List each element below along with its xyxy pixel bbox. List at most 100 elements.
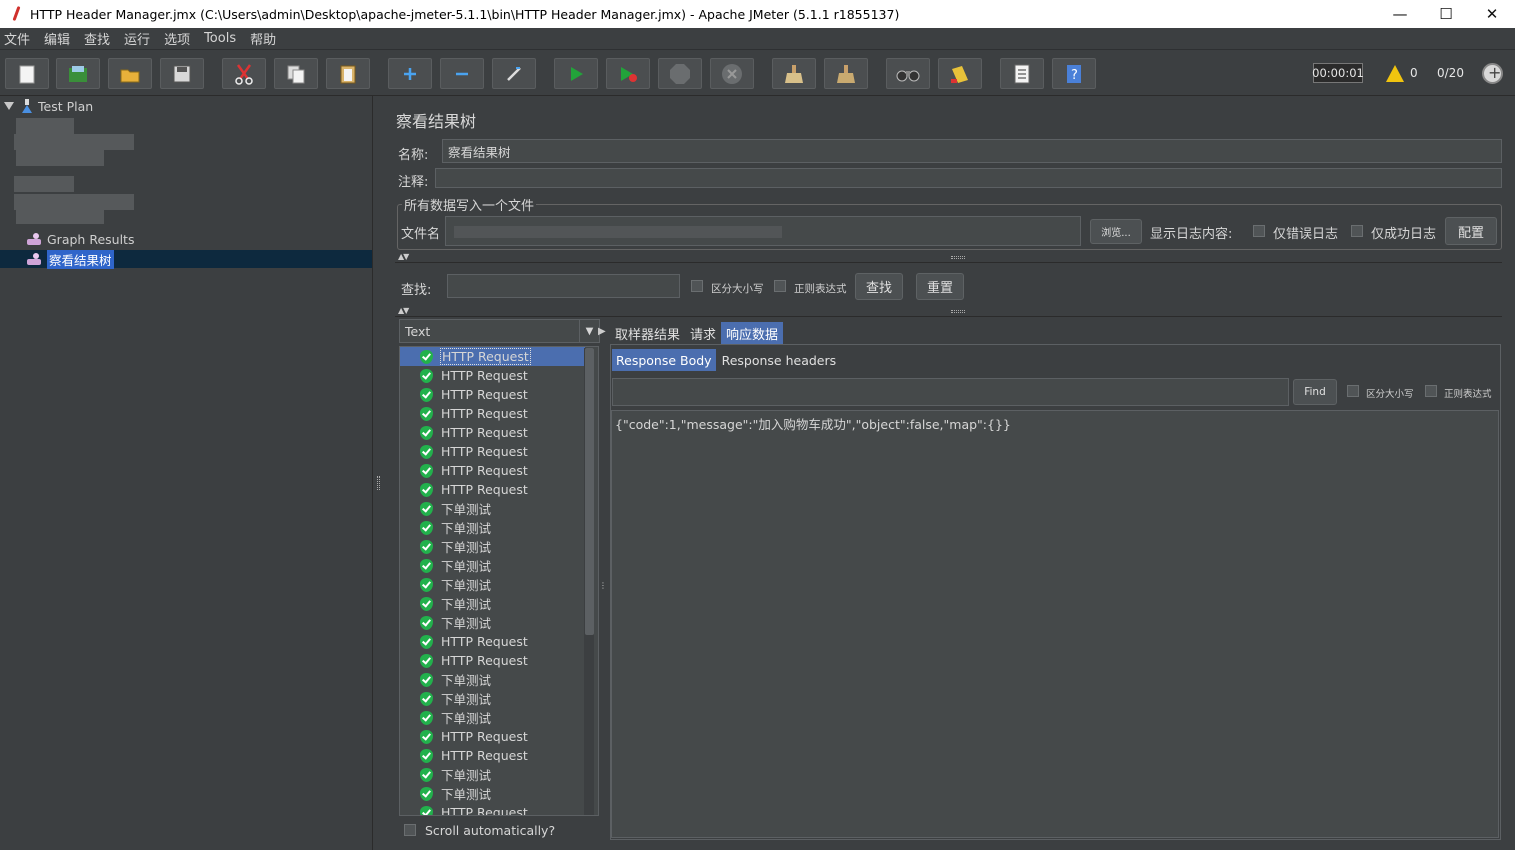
collapse-arrows-icon[interactable]: ▲▼ [398,306,409,315]
start-no-pauses-button[interactable] [606,58,650,89]
comment-field[interactable] [435,168,1502,188]
tab-response-headers[interactable]: Response headers [718,349,841,371]
pane-splitter[interactable] [373,96,385,850]
filename-field[interactable] [445,216,1081,246]
save-button[interactable] [160,58,204,89]
tab-sampler-result[interactable]: 取样器结果 [610,322,685,344]
warning-icon[interactable] [1386,65,1404,82]
list-item[interactable]: 下单测试 [400,765,585,784]
chevron-down-icon[interactable]: ▼ [579,320,599,342]
collapse-arrows-icon[interactable]: ▲▼ [398,252,409,261]
menu-options[interactable]: 选项 [164,29,196,48]
list-item[interactable]: HTTP Request [400,347,585,366]
maximize-button[interactable]: ☐ [1423,0,1469,28]
clear-button[interactable] [772,58,816,89]
start-button[interactable] [554,58,598,89]
list-item[interactable]: 下单测试 [400,575,585,594]
list-item[interactable]: HTTP Request [400,404,585,423]
tab-request[interactable]: 请求 [685,322,721,344]
result-list-scroll-thumb[interactable] [585,348,594,635]
find-button[interactable]: Find [1293,379,1337,405]
list-item[interactable]: 下单测试 [400,518,585,537]
reset-search-button[interactable] [938,58,982,89]
panel-title: 察看结果树 [396,112,477,131]
list-item[interactable]: 下单测试 [400,689,585,708]
response-body-area[interactable] [611,410,1499,838]
list-item[interactable]: HTTP Request [400,442,585,461]
menu-help[interactable]: 帮助 [250,29,282,48]
list-item[interactable]: HTTP Request [400,727,585,746]
expand-arrow-icon[interactable] [4,102,14,110]
list-item[interactable]: 下单测试 [400,556,585,575]
list-item[interactable]: HTTP Request [400,651,585,670]
minimize-button[interactable]: — [1377,0,1423,28]
shutdown-button[interactable] [710,58,754,89]
filename-label: 文件名 [401,227,441,242]
success-shield-icon [420,596,433,611]
list-item[interactable]: HTTP Request [400,366,585,385]
response-regex-checkbox[interactable] [1425,385,1437,397]
splitter-grip[interactable] [377,476,380,490]
list-item[interactable]: HTTP Request [400,423,585,442]
list-item[interactable]: HTTP Request [400,746,585,765]
expand-right-icon[interactable]: ▶ [598,326,606,337]
menu-tools[interactable]: Tools [204,31,242,46]
success-shield-icon [420,349,433,364]
paste-button[interactable] [326,58,370,89]
response-case-checkbox[interactable] [1347,385,1359,397]
scroll-auto-checkbox[interactable] [404,824,416,836]
tree-node-graph-results[interactable]: Graph Results [27,230,134,248]
collapse-all-button[interactable] [440,58,484,89]
list-item[interactable]: 下单测试 [400,784,585,803]
tab-response-body[interactable]: Response Body [612,349,716,371]
stop-button[interactable] [658,58,702,89]
reset-button[interactable]: 重置 [916,273,964,300]
list-item[interactable]: HTTP Request [400,480,585,499]
name-field[interactable]: 察看结果树 [442,139,1502,163]
list-item[interactable]: 下单测试 [400,537,585,556]
expand-all-button[interactable] [388,58,432,89]
menu-run[interactable]: 运行 [124,29,156,48]
new-button[interactable] [5,58,49,89]
cut-button[interactable] [222,58,266,89]
close-button[interactable]: ✕ [1469,0,1515,28]
list-item[interactable]: HTTP Request [400,385,585,404]
list-item[interactable]: HTTP Request [400,632,585,651]
list-item[interactable]: HTTP Request [400,803,585,815]
splitter-grip[interactable]: ⋮ [599,581,607,590]
toggle-button[interactable] [492,58,536,89]
tab-response-data[interactable]: 响应数据 [721,322,784,344]
remote-start-icon[interactable] [1482,63,1503,84]
splitter-grip[interactable] [951,310,965,313]
menu-edit[interactable]: 编辑 [44,29,76,48]
case-sensitive-checkbox[interactable] [691,280,703,292]
toolbar: ? 00:00:01 0 0/20 [0,52,1515,96]
browse-button[interactable]: 浏览... [1090,219,1142,244]
templates-button[interactable] [56,58,100,89]
list-item[interactable]: 下单测试 [400,499,585,518]
tree-node-test-plan[interactable]: Test Plan [4,97,93,115]
configure-button[interactable]: 配置 [1445,217,1497,245]
copy-button[interactable] [274,58,318,89]
list-item[interactable]: 下单测试 [400,708,585,727]
regex-checkbox[interactable] [774,280,786,292]
function-helper-button[interactable] [1000,58,1044,89]
list-item[interactable]: HTTP Request [400,461,585,480]
search-button[interactable]: 查找 [855,273,903,300]
clear-all-button[interactable] [824,58,868,89]
search-button[interactable] [886,58,930,89]
search-input[interactable] [447,274,680,298]
list-item[interactable]: 下单测试 [400,594,585,613]
errors-only-checkbox[interactable] [1253,225,1265,237]
splitter-grip[interactable] [951,256,965,259]
help-button[interactable]: ? [1052,58,1096,89]
response-find-input[interactable] [612,378,1289,406]
menu-search[interactable]: 查找 [84,29,116,48]
open-button[interactable] [108,58,152,89]
list-item[interactable]: 下单测试 [400,613,585,632]
list-item[interactable]: 下单测试 [400,670,585,689]
tree-node-view-results-tree[interactable]: 察看结果树 [27,249,114,269]
menu-file[interactable]: 文件 [4,29,36,48]
renderer-select[interactable]: Text ▼ [399,319,600,343]
success-only-checkbox[interactable] [1351,225,1363,237]
